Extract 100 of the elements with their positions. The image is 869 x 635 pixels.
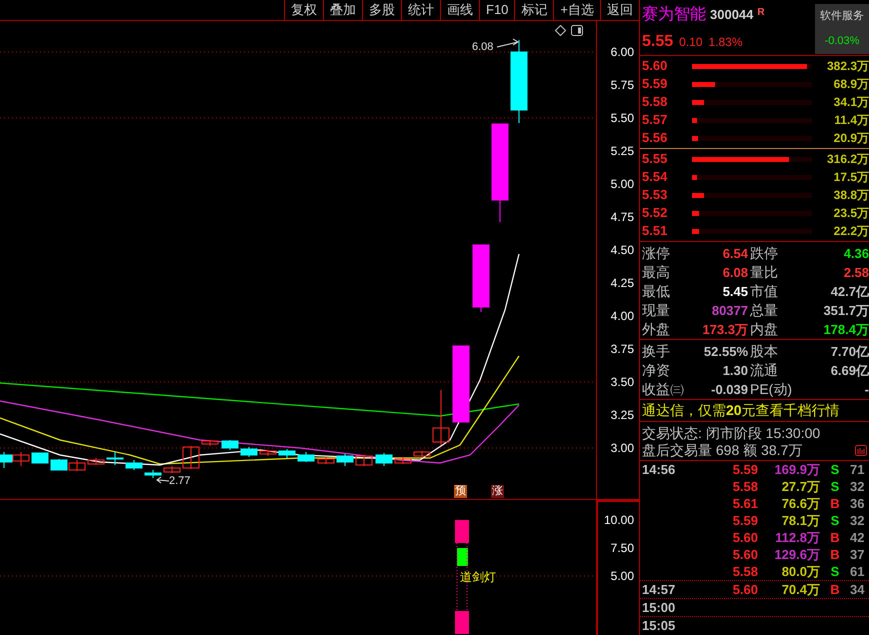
stat-label: 收益㈢ bbox=[642, 380, 682, 399]
toolbar-button[interactable]: 画线 bbox=[440, 0, 479, 20]
order-price: 5.51 bbox=[642, 222, 668, 240]
tick-price: 5.60 bbox=[732, 546, 758, 564]
price-axis-label: 5.00 bbox=[610, 177, 634, 191]
tick-count: 71 bbox=[850, 460, 866, 479]
candlestick bbox=[278, 448, 296, 458]
stat-label: 现量 bbox=[642, 301, 670, 320]
tick-price: 5.59 bbox=[732, 460, 758, 479]
tick-amount: 169.9万 bbox=[773, 460, 820, 479]
toolbar-button[interactable]: 统计 bbox=[401, 0, 440, 20]
bar-chart-icon[interactable] bbox=[855, 444, 867, 456]
tick-count: 34 bbox=[850, 580, 866, 599]
toolbar-button[interactable]: 多股 bbox=[362, 0, 401, 20]
candlestick bbox=[472, 244, 490, 312]
sector-name: 软件服务 bbox=[820, 9, 864, 24]
tick-amount: 129.6万 bbox=[773, 546, 820, 564]
rating-label: R bbox=[757, 6, 765, 20]
order-volume: 382.3万 bbox=[826, 58, 869, 75]
stat-label: 总量 bbox=[750, 301, 778, 320]
price-axis-label: 4.75 bbox=[610, 210, 634, 224]
arrow-icon bbox=[156, 476, 170, 484]
price-change-percent: 1.83% bbox=[708, 34, 743, 51]
toolbar-button[interactable]: 标记 bbox=[514, 0, 554, 20]
candlestick bbox=[50, 458, 68, 470]
stock-name: 赛为智能 bbox=[642, 4, 706, 25]
tick-side: B bbox=[829, 528, 841, 547]
price-axis-label: 4.00 bbox=[610, 309, 634, 323]
order-volume: 17.5万 bbox=[832, 169, 869, 186]
candlestick bbox=[414, 450, 430, 458]
stat-label: 流通 bbox=[750, 361, 779, 380]
stat-label: 外盘 bbox=[642, 320, 670, 339]
stat-label: 跌停 bbox=[750, 244, 778, 263]
tick-amount: 70.4万 bbox=[780, 580, 820, 599]
candlestick bbox=[318, 456, 334, 464]
tick-time: 15:05 bbox=[642, 616, 676, 635]
candlestick bbox=[432, 390, 450, 446]
tick-price: 5.60 bbox=[732, 580, 758, 599]
candlestick bbox=[202, 440, 218, 446]
indicator-axis-label: 7.50 bbox=[610, 541, 634, 555]
stat-value: 178.4万 bbox=[822, 320, 869, 339]
tick-side: S bbox=[830, 512, 840, 530]
order-price: 5.55 bbox=[642, 150, 668, 168]
price-axis-label: 5.50 bbox=[610, 111, 634, 125]
candlestick bbox=[32, 452, 48, 464]
tick-price: 5.58 bbox=[732, 478, 758, 496]
stat-value: 1.30 bbox=[722, 362, 749, 380]
stat-value: - bbox=[864, 380, 869, 399]
toolbar-button[interactable]: 复权 bbox=[284, 0, 323, 20]
tick-side: B bbox=[829, 546, 841, 564]
tick-amount: 112.8万 bbox=[774, 528, 820, 547]
order-price: 5.59 bbox=[642, 75, 668, 94]
tick-side: S bbox=[830, 460, 840, 479]
toolbar-button[interactable]: F10 bbox=[479, 0, 514, 20]
panel-icon[interactable] bbox=[571, 25, 583, 36]
stat-value: 351.7万 bbox=[822, 302, 869, 320]
candlestick bbox=[182, 446, 200, 470]
toolbar-button[interactable]: 叠加 bbox=[323, 0, 362, 20]
tick-side: S bbox=[830, 562, 840, 581]
candlestick bbox=[68, 460, 86, 472]
toolbar-button[interactable]: 返回 bbox=[600, 0, 639, 20]
stat-value: 5.45 bbox=[722, 282, 749, 301]
low-price-label: 2.77 bbox=[169, 474, 190, 489]
toolbar-button[interactable]: +自选 bbox=[553, 0, 600, 20]
candlestick bbox=[222, 440, 238, 450]
stat-value: 2.58 bbox=[842, 264, 869, 282]
tick-count: 37 bbox=[850, 546, 866, 564]
stat-value: -0.039 bbox=[710, 380, 749, 399]
candlestick bbox=[356, 454, 372, 466]
stat-label: 市值 bbox=[750, 282, 778, 301]
candlestick bbox=[144, 470, 162, 478]
candlestick bbox=[240, 446, 258, 458]
order-price: 5.57 bbox=[642, 111, 668, 130]
stat-value: 6.54 bbox=[722, 244, 749, 263]
price-axis-label: 3.25 bbox=[610, 408, 634, 422]
after-hours-volume: 盘后交易量 698 额 38.7万 bbox=[642, 440, 802, 460]
signal-tag: 涨 bbox=[491, 485, 504, 498]
tick-price: 5.60 bbox=[732, 528, 758, 547]
high-price-label: 6.08 bbox=[472, 40, 494, 55]
order-price: 5.54 bbox=[642, 168, 668, 186]
promo-link[interactable]: 通达信，仅需20元查看千档行情 bbox=[642, 400, 840, 421]
signal-tag: 预 bbox=[454, 485, 467, 498]
stat-value: 7.70亿 bbox=[830, 342, 869, 361]
sector-change: -0.03% bbox=[824, 34, 860, 50]
tick-price: 5.61 bbox=[732, 494, 758, 513]
tick-price: 5.59 bbox=[732, 512, 758, 530]
order-price: 5.58 bbox=[642, 93, 668, 112]
order-price: 5.53 bbox=[642, 186, 668, 204]
price-axis-label: 3.00 bbox=[610, 441, 634, 455]
stat-label: 最低 bbox=[642, 282, 670, 301]
stat-label: 涨停 bbox=[642, 244, 670, 263]
diamond-icon bbox=[555, 25, 566, 36]
order-price: 5.52 bbox=[642, 204, 668, 222]
stat-value: 4.36 bbox=[842, 244, 869, 263]
stat-label: 换手 bbox=[642, 342, 671, 361]
candlestick bbox=[106, 452, 124, 466]
last-price: 5.55 bbox=[642, 32, 674, 52]
trading-status: 交易状态: 闭市阶段 15:30:00 bbox=[642, 424, 822, 441]
candlestick bbox=[376, 452, 392, 466]
candlestick bbox=[336, 454, 354, 466]
